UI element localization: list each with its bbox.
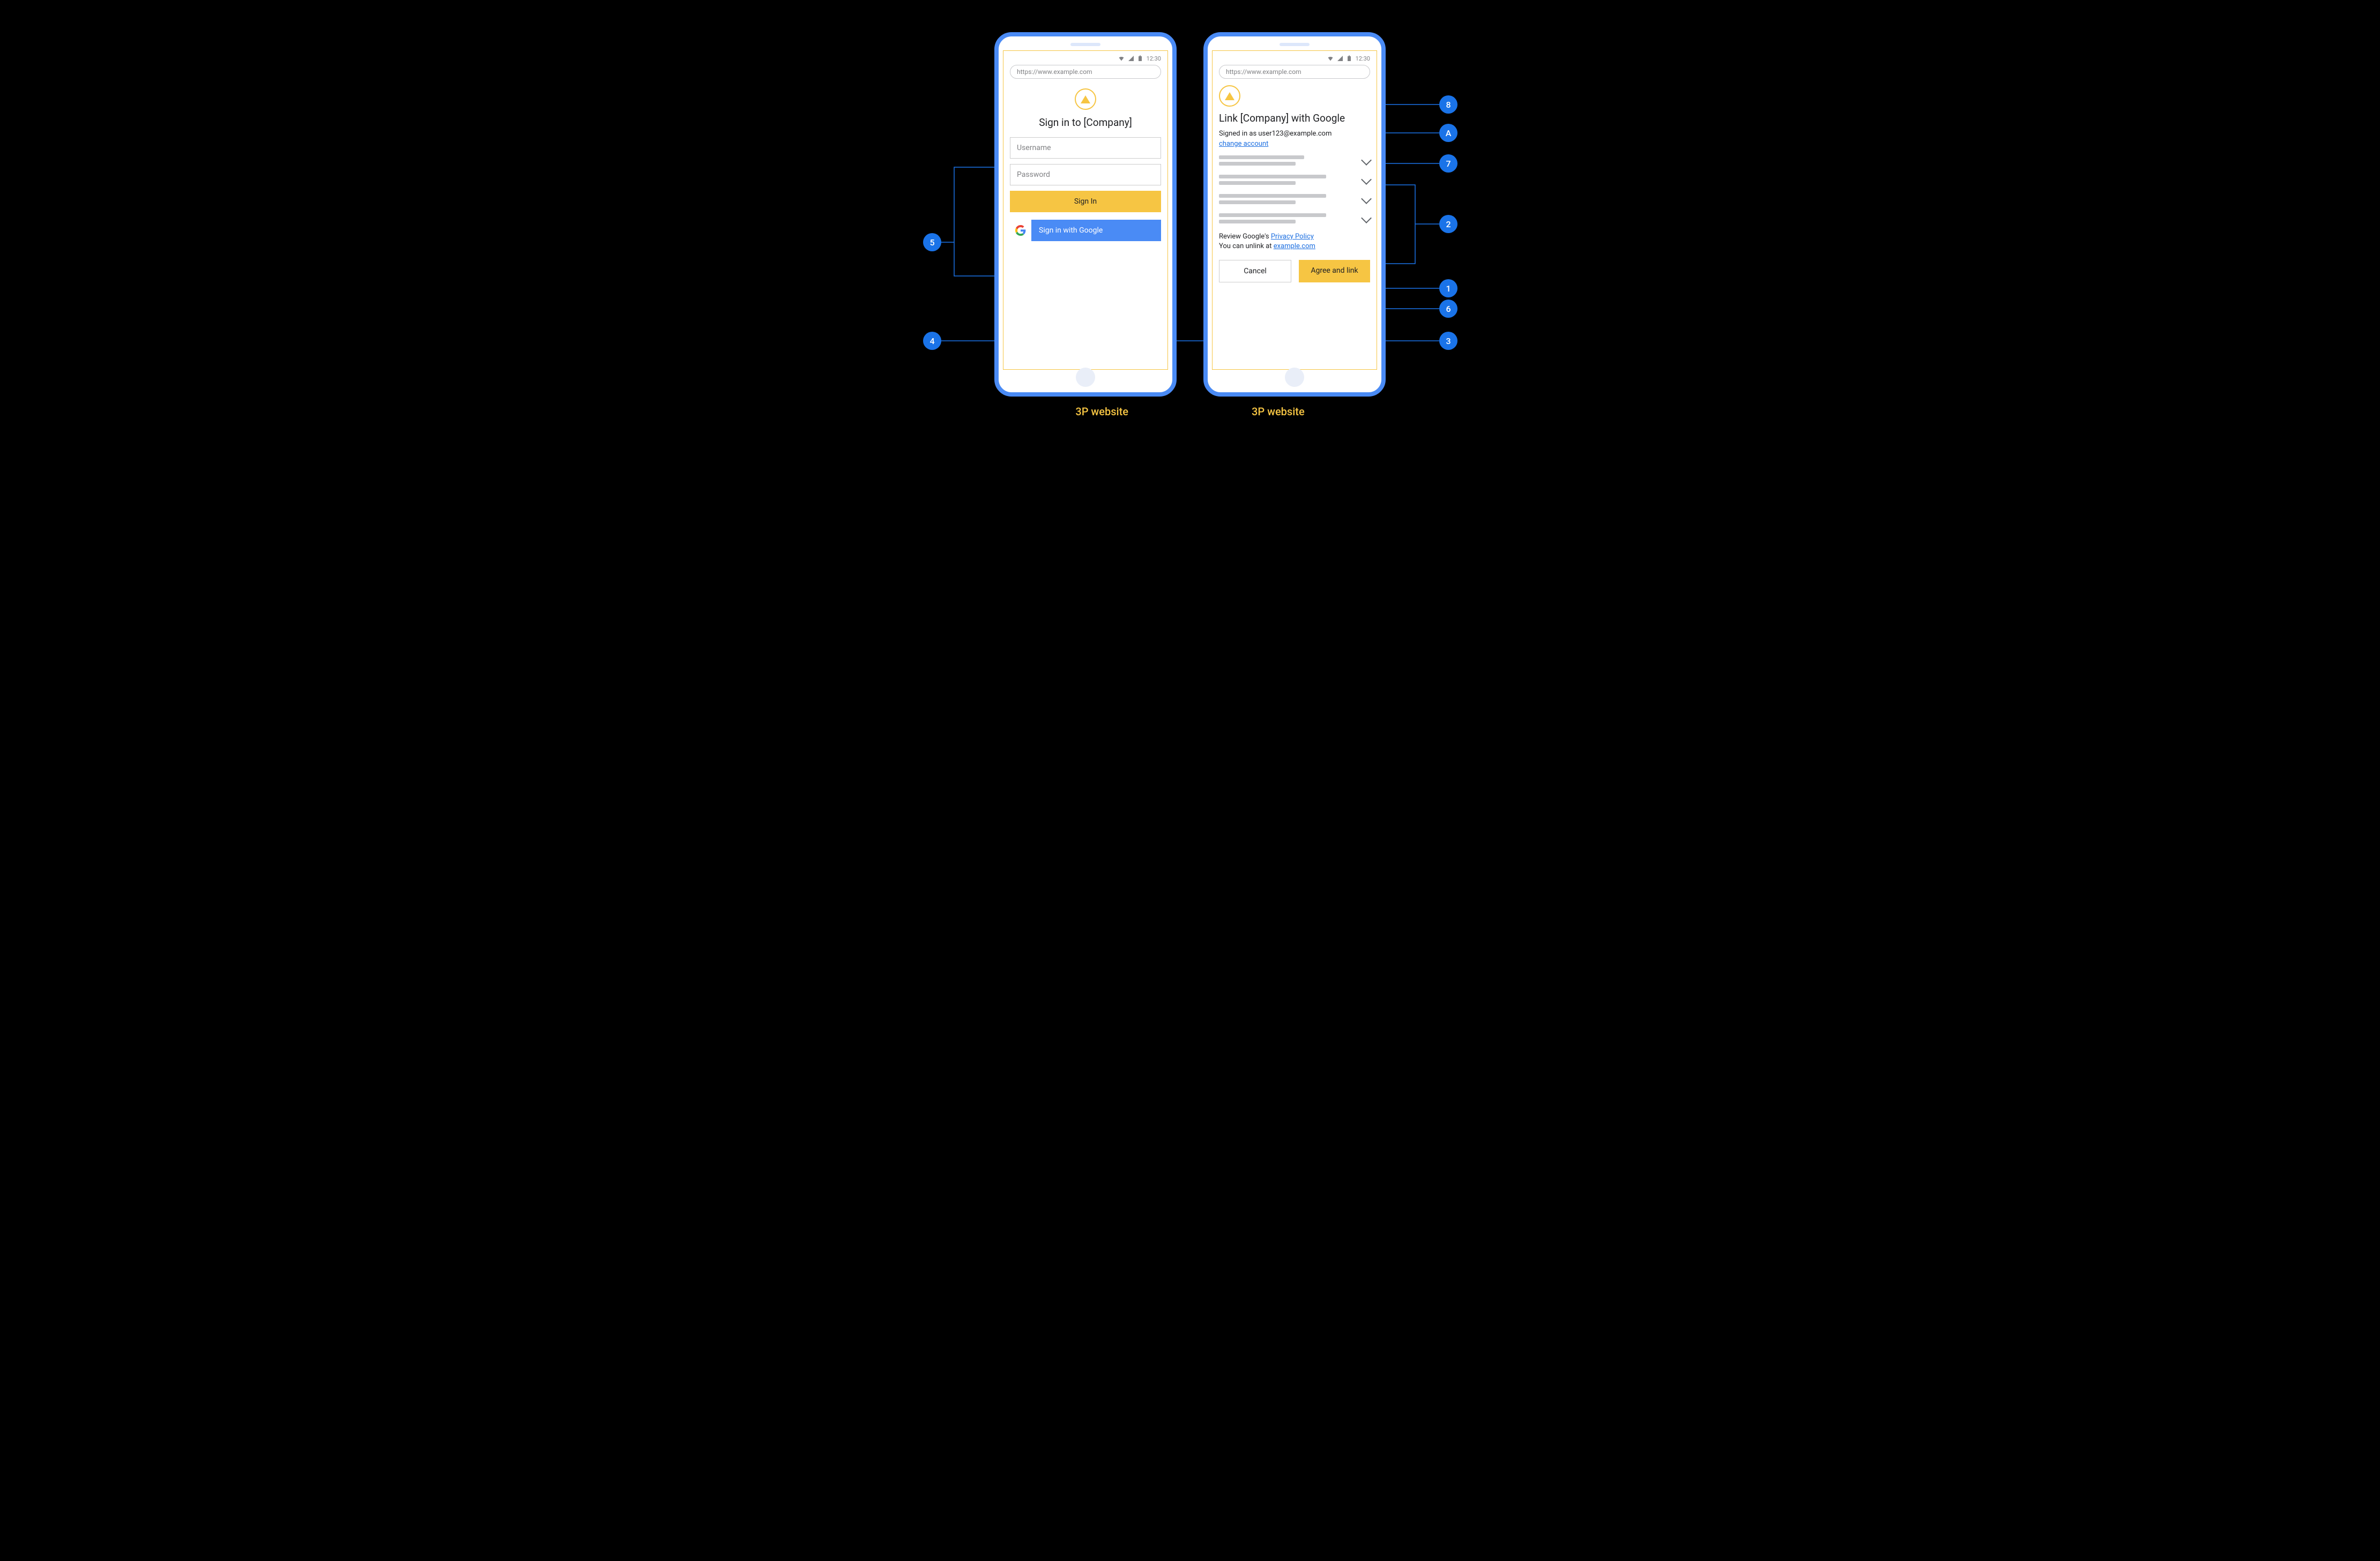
google-button-label: Sign in with Google <box>1031 226 1161 235</box>
signin-title: Sign in to [Company] <box>1010 116 1161 129</box>
phone-speaker <box>1070 43 1100 46</box>
status-bar: 12:30 <box>1219 54 1370 63</box>
review-policy-text: Review Google's Privacy Policy <box>1219 233 1370 241</box>
captions-row: 3P website 3P website <box>847 405 1533 418</box>
triangle-icon <box>1081 95 1090 103</box>
phone-consent: 12:30 https://www.example.com Link [Comp… <box>1203 32 1386 397</box>
phone-signin: 12:30 https://www.example.com Sign in to… <box>994 32 1177 397</box>
callout-a: A <box>1439 124 1457 142</box>
diagram-stage: 5 4 8 A 7 2 1 6 3 12:30 https://www.exam… <box>847 32 1533 461</box>
caption-right: 3P website <box>1252 405 1305 418</box>
google-logo-box <box>1010 220 1031 241</box>
chevron-down-icon <box>1361 155 1372 166</box>
permission-item[interactable] <box>1219 155 1370 168</box>
callout-5: 5 <box>923 233 941 251</box>
privacy-policy-link[interactable]: Privacy Policy <box>1271 233 1314 241</box>
chevron-down-icon <box>1361 193 1372 204</box>
google-g-icon <box>1015 225 1026 236</box>
battery-icon <box>1346 55 1353 62</box>
triangle-icon <box>1225 92 1234 100</box>
callout-7: 7 <box>1439 154 1457 173</box>
review-prefix: Review Google's <box>1219 233 1271 241</box>
cellular-icon <box>1336 55 1344 62</box>
chevron-down-icon <box>1361 213 1372 223</box>
signed-in-text: Signed in as user123@example.com <box>1219 130 1370 138</box>
company-logo <box>1075 88 1096 110</box>
phone-speaker <box>1280 43 1310 46</box>
callout-2: 2 <box>1439 215 1457 233</box>
phone-screen: 12:30 https://www.example.com Sign in to… <box>1003 50 1168 370</box>
permission-item[interactable] <box>1219 194 1370 207</box>
signin-with-google-button[interactable]: Sign in with Google <box>1010 220 1161 241</box>
status-time: 12:30 <box>1356 55 1370 62</box>
wifi-icon <box>1327 55 1334 62</box>
status-bar: 12:30 <box>1010 54 1161 63</box>
callout-1: 1 <box>1439 279 1457 297</box>
signed-in-email: user123@example.com <box>1258 130 1332 138</box>
cancel-button[interactable]: Cancel <box>1219 260 1291 282</box>
callout-3: 3 <box>1439 332 1457 350</box>
url-bar[interactable]: https://www.example.com <box>1010 65 1161 79</box>
unlink-text: You can unlink at example.com <box>1219 242 1370 250</box>
home-button[interactable] <box>1285 368 1304 387</box>
change-account-link[interactable]: change account <box>1219 140 1268 148</box>
callout-6: 6 <box>1439 300 1457 318</box>
cellular-icon <box>1127 55 1135 62</box>
wifi-icon <box>1118 55 1125 62</box>
url-bar[interactable]: https://www.example.com <box>1219 65 1370 79</box>
password-input[interactable]: Password <box>1010 164 1161 185</box>
chevron-down-icon <box>1361 174 1372 185</box>
callout-4: 4 <box>923 332 941 350</box>
home-button[interactable] <box>1076 368 1095 387</box>
battery-icon <box>1137 55 1144 62</box>
phone-screen: 12:30 https://www.example.com Link [Comp… <box>1212 50 1377 370</box>
company-logo <box>1219 85 1240 107</box>
agree-and-link-button[interactable]: Agree and link <box>1299 260 1370 282</box>
caption-left: 3P website <box>1075 405 1128 418</box>
unlink-prefix: You can unlink at <box>1219 242 1274 250</box>
permission-item[interactable] <box>1219 213 1370 226</box>
unlink-domain-link[interactable]: example.com <box>1274 242 1315 250</box>
permissions-list <box>1219 155 1370 226</box>
signed-in-prefix: Signed in as <box>1219 130 1258 138</box>
status-time: 12:30 <box>1147 55 1161 62</box>
link-title: Link [Company] with Google <box>1219 112 1370 124</box>
consent-buttons: Cancel Agree and link <box>1219 260 1370 282</box>
permission-item[interactable] <box>1219 175 1370 188</box>
username-input[interactable]: Username <box>1010 137 1161 159</box>
signin-button[interactable]: Sign In <box>1010 191 1161 212</box>
callout-8: 8 <box>1439 95 1457 114</box>
